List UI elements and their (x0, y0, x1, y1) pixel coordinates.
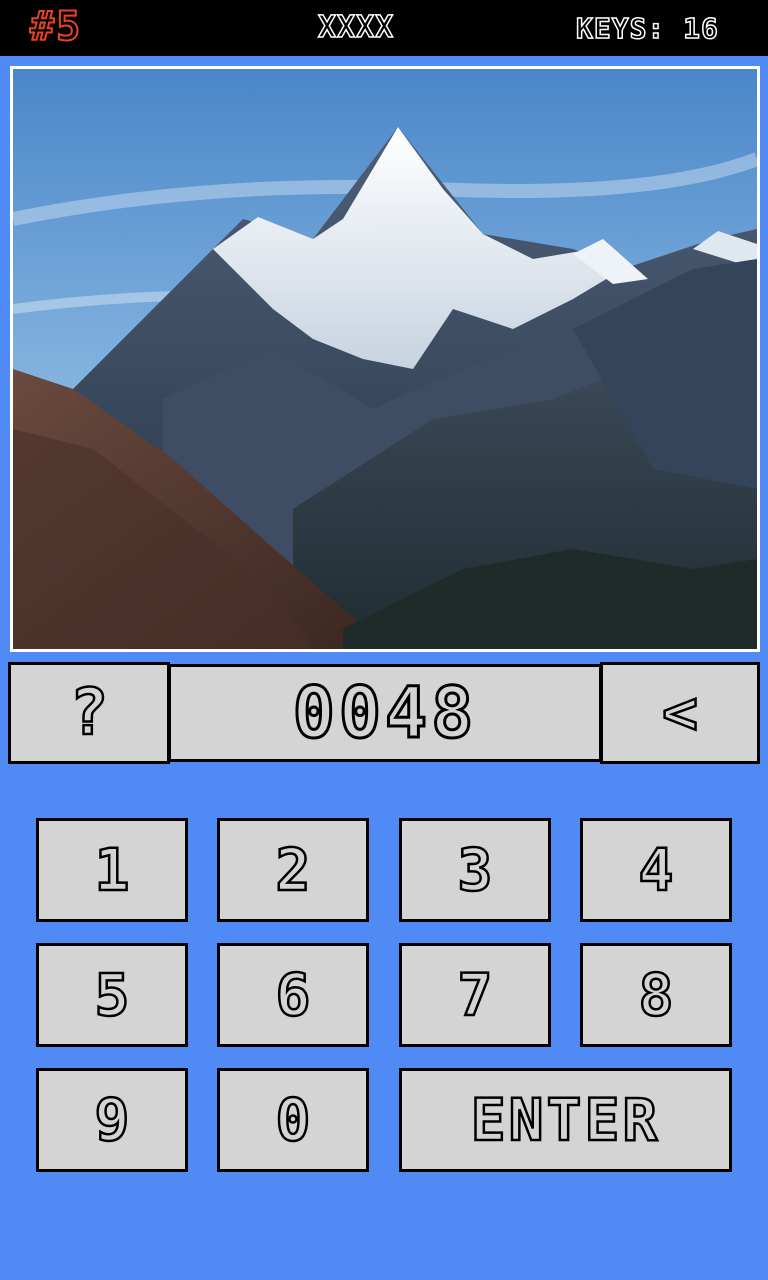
key-2-button[interactable]: 2 (217, 818, 369, 922)
key-1-button[interactable]: 1 (36, 818, 188, 922)
key-6-button[interactable]: 6 (217, 943, 369, 1047)
top-bar: #5 XXXX KEYS: 16 (0, 0, 768, 56)
backspace-button[interactable]: < (600, 662, 760, 764)
keys-counter: KEYS: 16 (575, 11, 719, 46)
key-9-button[interactable]: 9 (36, 1068, 188, 1172)
key-4-button[interactable]: 4 (580, 818, 732, 922)
key-3-button[interactable]: 3 (399, 818, 551, 922)
stars-rating: XXXX (317, 9, 395, 46)
key-0-button[interactable]: 0 (217, 1068, 369, 1172)
hint-button[interactable]: ? (8, 662, 170, 764)
level-indicator: #5 (29, 3, 83, 51)
mountain-image (13, 69, 757, 649)
key-8-button[interactable]: 8 (580, 943, 732, 1047)
puzzle-photo (10, 66, 760, 652)
enter-button[interactable]: ENTER (399, 1068, 732, 1172)
code-display: 0048 (168, 664, 602, 762)
key-5-button[interactable]: 5 (36, 943, 188, 1047)
key-7-button[interactable]: 7 (399, 943, 551, 1047)
